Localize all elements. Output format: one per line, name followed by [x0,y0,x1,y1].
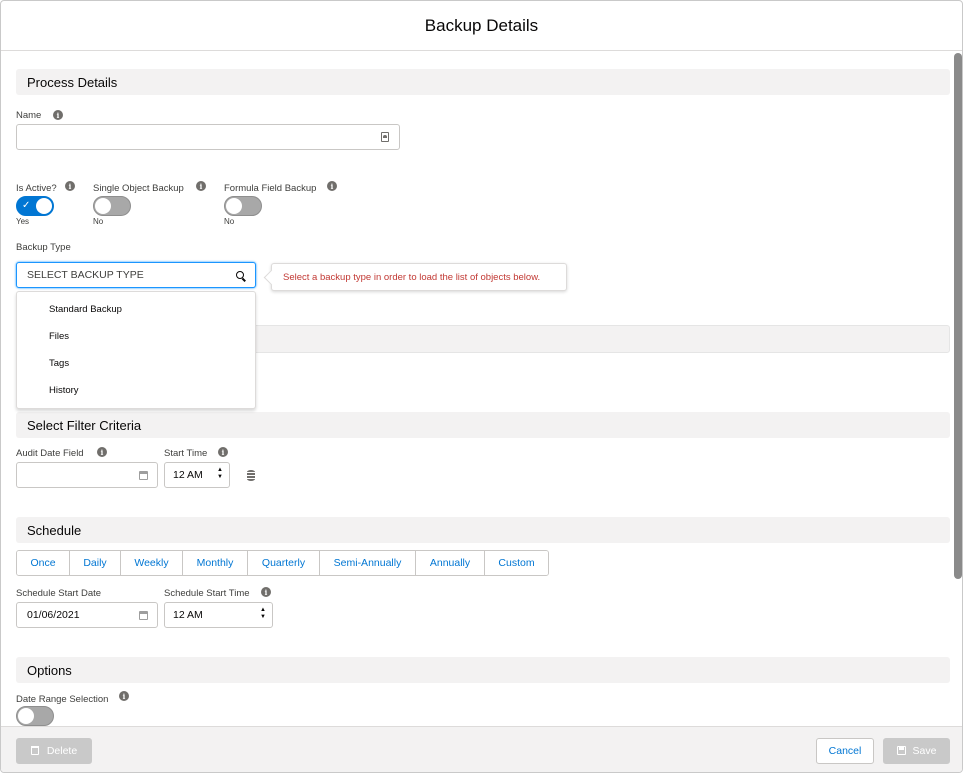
name-label: Name [16,110,42,121]
delete-label: Delete [46,745,78,757]
is-active-toggle[interactable]: ✓ [16,196,54,216]
audit-date-field-label: Audit Date Field [16,448,84,459]
schedule-start-time-value: 12 AM [173,609,203,621]
backup-details-modal: Backup Details Process Details Name i Is… [0,0,963,773]
database-icon[interactable] [247,470,255,481]
frequency-daily-button[interactable]: Daily [70,551,121,575]
frequency-once-button[interactable]: Once [17,551,70,575]
single-object-backup-state: No [93,217,104,226]
backup-type-label: Backup Type [16,242,71,253]
section-schedule: Schedule [16,517,950,543]
start-time-info-icon[interactable]: i [218,447,228,457]
modal-footer: Delete Cancel Save [1,726,962,772]
formula-field-backup-state: No [224,217,235,226]
schedule-start-date-label: Schedule Start Date [16,588,102,599]
option-files[interactable]: Files [49,331,69,342]
trash-icon [31,746,39,755]
formula-field-backup-info-icon[interactable]: i [327,181,337,191]
schedule-start-time-info-icon[interactable]: i [261,587,271,597]
cancel-button[interactable]: Cancel [816,738,874,764]
calendar-icon [139,471,148,480]
toggle-knob [226,198,242,214]
toggle-knob [36,198,52,214]
date-range-selection-toggle[interactable] [16,706,54,726]
single-object-backup-info-icon[interactable]: i [196,181,206,191]
name-input[interactable] [16,124,400,150]
name-info-icon[interactable]: i [53,110,63,120]
modal-header: Backup Details [1,1,962,51]
toggle-knob [18,708,34,724]
formula-field-backup-toggle[interactable] [224,196,262,216]
audit-date-field-info-icon[interactable]: i [97,447,107,457]
save-label: Save [912,745,937,757]
backup-type-placeholder: SELECT BACKUP TYPE [27,269,144,281]
date-range-selection-info-icon[interactable]: i [119,691,129,701]
audit-date-field-input[interactable] [16,462,158,488]
frequency-annually-button[interactable]: Annually [416,551,485,575]
option-history[interactable]: History [49,385,79,396]
save-button[interactable]: Save [883,738,950,764]
backup-type-listbox: Standard Backup Files Tags History [16,291,256,409]
section-options: Options [16,657,950,683]
single-object-backup-toggle[interactable] [93,196,131,216]
check-icon: ✓ [22,200,31,211]
contact-card-icon [381,132,389,142]
option-tags[interactable]: Tags [49,358,69,369]
is-active-label: Is Active? [16,183,57,194]
frequency-monthly-button[interactable]: Monthly [183,551,248,575]
stepper-icon: ▲ ▼ [260,607,266,620]
formula-field-backup-label: Formula Field Backup [224,183,317,194]
frequency-weekly-button[interactable]: Weekly [121,551,183,575]
backup-type-error-tooltip: Select a backup type in order to load th… [271,263,567,291]
search-icon [236,271,244,279]
save-icon [897,746,906,755]
frequency-semi-annually-button[interactable]: Semi-Annually [320,551,416,575]
single-object-backup-label: Single Object Backup [93,183,184,194]
frequency-custom-button[interactable]: Custom [485,551,548,575]
schedule-start-date-value: 01/06/2021 [27,609,80,621]
option-standard-backup[interactable]: Standard Backup [49,304,122,315]
calendar-icon [139,611,148,620]
start-time-label: Start Time [164,448,208,459]
is-active-info-icon[interactable]: i [65,181,75,191]
is-active-state: Yes [16,217,30,226]
stepper-icon: ▲ ▼ [217,467,223,480]
toggle-knob [95,198,111,214]
section-select-filter-criteria: Select Filter Criteria [16,412,950,438]
date-range-selection-label: Date Range Selection [16,694,109,705]
schedule-start-time-label: Schedule Start Time [164,588,250,599]
frequency-quarterly-button[interactable]: Quarterly [248,551,320,575]
schedule-frequency-group: Once Daily Weekly Monthly Quarterly Semi… [16,550,549,576]
schedule-start-date-input[interactable]: 01/06/2021 [16,602,158,628]
modal-title: Backup Details [424,15,539,35]
start-time-value: 12 AM [173,469,203,481]
start-time-select[interactable]: 12 AM ▲ ▼ [164,462,230,488]
schedule-start-time-select[interactable]: 12 AM ▲ ▼ [164,602,273,628]
backup-type-combobox[interactable]: SELECT BACKUP TYPE [16,262,256,288]
section-process-details: Process Details [16,69,950,95]
modal-scrollbar[interactable] [954,53,962,579]
delete-button[interactable]: Delete [16,738,92,764]
